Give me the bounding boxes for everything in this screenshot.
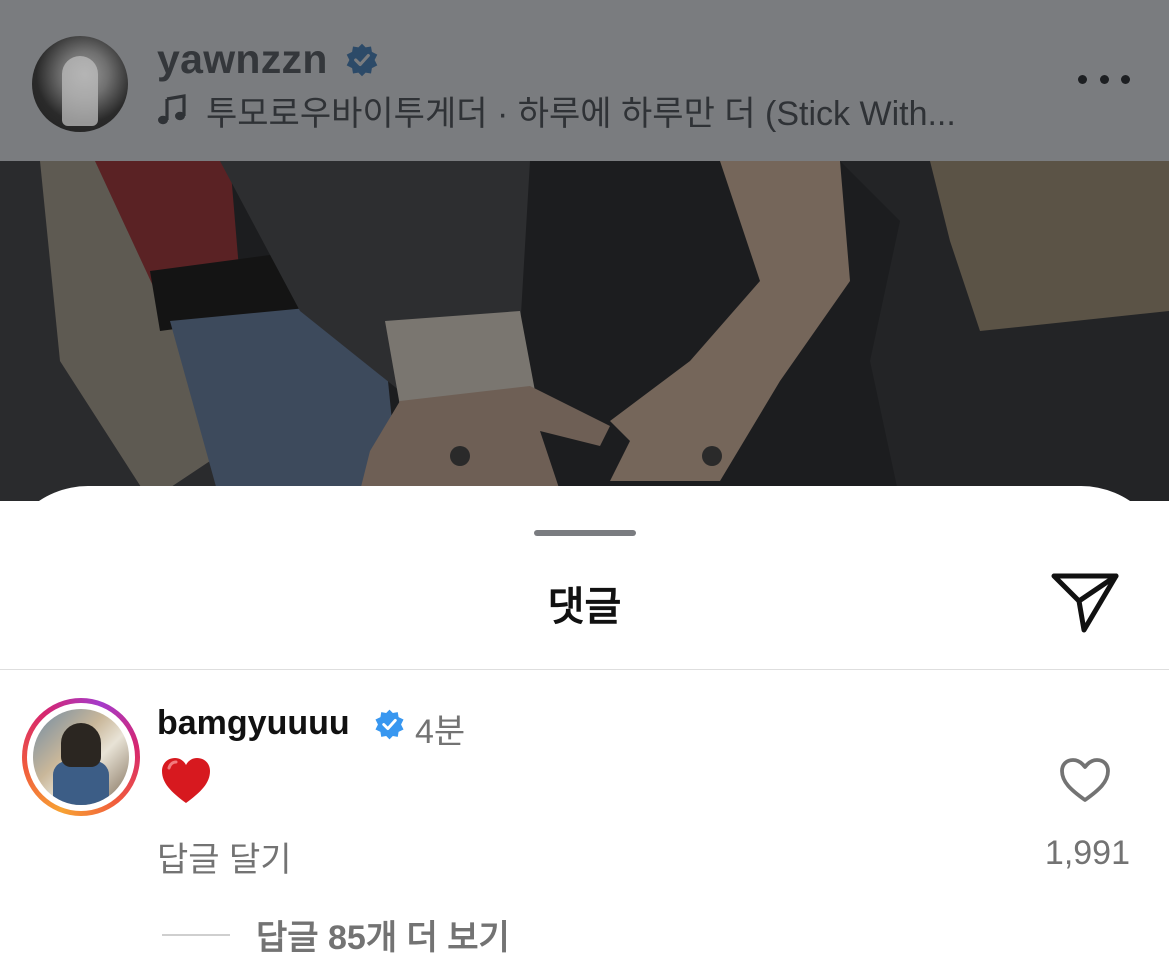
more-dot bbox=[1078, 74, 1087, 84]
comments-sheet: 댓글 bamgyuuuu 4분 답글 달기 1,991 답글 85개 더 보기 bbox=[0, 486, 1169, 979]
post-photo bbox=[0, 161, 1169, 501]
replies-indent-line bbox=[162, 933, 230, 936]
avatar-image bbox=[33, 709, 129, 805]
verified-badge-icon bbox=[375, 709, 404, 740]
comment-avatar[interactable] bbox=[22, 698, 140, 816]
avatar-figure-body bbox=[53, 761, 109, 805]
sheet-title: 댓글 bbox=[547, 585, 622, 629]
post-header: yawnzzn 투모로우바이투게더 · 하루에 하루만 더 (Stick Wit… bbox=[0, 0, 1169, 161]
post-photo-image bbox=[0, 161, 1169, 501]
heart-outline-icon bbox=[1060, 758, 1110, 802]
sheet-grabber[interactable] bbox=[534, 530, 636, 536]
sheet-divider bbox=[0, 669, 1169, 670]
post-author-avatar[interactable] bbox=[32, 36, 128, 132]
view-replies-button[interactable]: 답글 85개 더 보기 bbox=[162, 910, 510, 959]
like-button[interactable] bbox=[1057, 756, 1113, 806]
post-music-label: 투모로우바이투게더 · 하루에 하루만 더 (Stick With... bbox=[206, 94, 956, 133]
share-button[interactable] bbox=[1046, 570, 1124, 636]
avatar-figure-hair bbox=[61, 723, 101, 767]
comment-timestamp: 4분 bbox=[415, 713, 466, 751]
paper-plane-icon bbox=[1051, 573, 1119, 633]
more-dot bbox=[1121, 74, 1130, 84]
red-heart-emoji bbox=[162, 758, 210, 803]
reply-button[interactable]: 답글 달기 bbox=[157, 832, 292, 881]
comment-username[interactable]: bamgyuuuu bbox=[157, 704, 350, 743]
post-username[interactable]: yawnzzn bbox=[157, 36, 328, 83]
music-note-icon bbox=[158, 94, 186, 125]
more-dot bbox=[1099, 74, 1109, 84]
more-horizontal-icon[interactable] bbox=[1078, 66, 1130, 92]
verified-badge-icon bbox=[346, 43, 378, 77]
post-music-row[interactable]: 투모로우바이투게더 · 하루에 하루만 더 (Stick With... bbox=[156, 88, 956, 133]
like-count: 1,991 bbox=[1044, 834, 1130, 872]
avatar-figure bbox=[62, 56, 98, 126]
view-replies-label: 답글 85개 더 보기 bbox=[256, 919, 510, 957]
